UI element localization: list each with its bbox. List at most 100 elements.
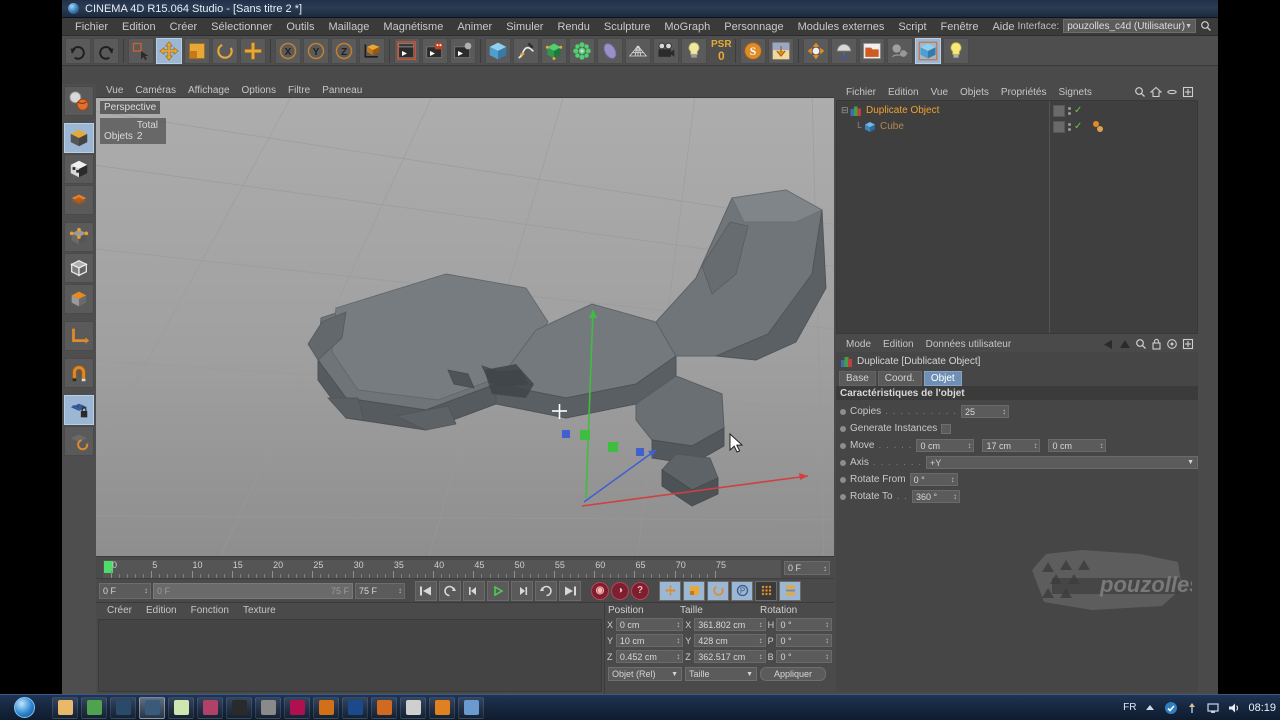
maximize-icon[interactable] bbox=[1182, 86, 1194, 98]
apply-button[interactable]: Appliquer bbox=[760, 667, 826, 681]
physics-tool[interactable] bbox=[886, 37, 913, 64]
object-row-cube[interactable]: └ Cube ✓ bbox=[837, 119, 1197, 134]
step-forward-button[interactable] bbox=[511, 580, 533, 601]
taskbar-illustrator-icon[interactable] bbox=[313, 696, 339, 719]
add-spline[interactable] bbox=[513, 37, 539, 64]
taskbar-onenote-icon[interactable] bbox=[197, 696, 223, 719]
pla-toggle-button[interactable] bbox=[755, 580, 777, 601]
menu-item-mograph[interactable]: MoGraph bbox=[657, 20, 717, 34]
monitor-icon[interactable] bbox=[1206, 701, 1220, 715]
position-toggle-button[interactable] bbox=[659, 580, 681, 601]
menu-item-modules-externes[interactable]: Modules externes bbox=[791, 20, 892, 34]
menu-item-maillage[interactable]: Maillage bbox=[321, 20, 376, 34]
cube-active[interactable] bbox=[914, 37, 941, 64]
attr-field-move-y[interactable]: 17 cm bbox=[982, 439, 1041, 452]
taskbar-indesign-icon[interactable] bbox=[284, 696, 310, 719]
search-icon[interactable] bbox=[1134, 86, 1146, 98]
attr-field-move-x[interactable]: 0 cm bbox=[916, 439, 975, 452]
viewport-menu-options[interactable]: Options bbox=[236, 85, 282, 96]
objmgr-menu-propri-t-s[interactable]: Propriétés bbox=[995, 87, 1053, 98]
scale-tool[interactable] bbox=[184, 37, 210, 64]
attr-tab-coord[interactable]: Coord. bbox=[877, 370, 922, 386]
rotate-tool[interactable] bbox=[212, 37, 238, 64]
menu-item-outils[interactable]: Outils bbox=[279, 20, 321, 34]
light-tool[interactable] bbox=[942, 37, 969, 64]
tree-expand-icon[interactable]: ⊟ bbox=[841, 105, 850, 116]
go-to-end-button[interactable] bbox=[559, 580, 581, 601]
menu-item-personnage[interactable]: Personnage bbox=[717, 20, 790, 34]
viewport-3d[interactable]: Perspective Total Objets 2 bbox=[96, 98, 834, 556]
material-menu-edition[interactable]: Edition bbox=[139, 605, 184, 616]
taskbar-c4d-icon[interactable] bbox=[226, 696, 252, 719]
size-z-field[interactable]: 362.517 cm bbox=[694, 650, 766, 663]
material-tag-icon[interactable] bbox=[1093, 120, 1105, 133]
taskbar-opera-icon[interactable] bbox=[400, 696, 426, 719]
lock-icon[interactable] bbox=[1151, 338, 1162, 350]
param-bullet-icon[interactable] bbox=[840, 442, 846, 449]
step-back-button[interactable] bbox=[463, 580, 485, 601]
dot-column-icon[interactable] bbox=[1068, 106, 1071, 115]
objmgr-menu-edition[interactable]: Edition bbox=[882, 87, 925, 98]
go-to-start-button[interactable] bbox=[415, 580, 437, 601]
dot-column-icon[interactable] bbox=[1068, 122, 1071, 131]
polygons-mode[interactable] bbox=[64, 284, 94, 314]
menu-item-cr-er[interactable]: Créer bbox=[163, 20, 205, 34]
objmgr-menu-vue[interactable]: Vue bbox=[925, 87, 954, 98]
select-tool[interactable] bbox=[128, 37, 154, 64]
viewport-menu-filtre[interactable]: Filtre bbox=[282, 85, 316, 96]
lock-z-axis[interactable]: Z bbox=[331, 37, 357, 64]
sky-tool[interactable] bbox=[830, 37, 857, 64]
target-icon[interactable] bbox=[1166, 338, 1178, 350]
menu-item-animer[interactable]: Animer bbox=[450, 20, 499, 34]
autokey-button[interactable] bbox=[779, 580, 801, 601]
menu-item-aide[interactable]: Aide bbox=[985, 20, 1021, 34]
taskbar-firefox2-icon[interactable] bbox=[139, 696, 165, 719]
attr-checkbox-generate-instances[interactable] bbox=[941, 423, 952, 434]
add-environment[interactable] bbox=[597, 37, 623, 64]
attr-tab-base[interactable]: Base bbox=[839, 370, 876, 386]
param-toggle-button[interactable]: P bbox=[731, 580, 753, 601]
attrmgr-menu-edition[interactable]: Edition bbox=[877, 339, 920, 350]
lock-y-axis[interactable]: Y bbox=[303, 37, 329, 64]
objmgr-menu-signets[interactable]: Signets bbox=[1053, 87, 1098, 98]
taskbar-clock[interactable]: 08:19 bbox=[1248, 702, 1276, 714]
viewport-menu-panneau[interactable]: Panneau bbox=[316, 85, 368, 96]
attr-tab-objet[interactable]: Objet bbox=[923, 370, 962, 386]
up-arrow-icon[interactable] bbox=[1119, 339, 1131, 350]
workplane-rotate[interactable] bbox=[64, 426, 94, 456]
attr-field-rotate-to[interactable]: 360 ° bbox=[911, 490, 960, 503]
lock-workplane[interactable] bbox=[64, 395, 94, 425]
maximize-icon[interactable] bbox=[1182, 338, 1194, 350]
attrmgr-menu-mode[interactable]: Mode bbox=[840, 339, 877, 350]
rotation-p-field[interactable]: 0 ° bbox=[776, 634, 832, 647]
record-keyframe-button[interactable]: ◑ bbox=[611, 581, 629, 600]
content-browser[interactable]: S bbox=[739, 37, 766, 64]
rotation-b-field[interactable]: 0 ° bbox=[776, 650, 832, 663]
menu-item-s-lectionner[interactable]: Sélectionner bbox=[204, 20, 279, 34]
material-menu-cr-er[interactable]: Créer bbox=[100, 605, 139, 616]
record-question-button[interactable]: ? bbox=[631, 581, 649, 600]
attrmgr-menu-donn-es-utilisateur[interactable]: Données utilisateur bbox=[920, 339, 1018, 350]
menu-item-simuler[interactable]: Simuler bbox=[499, 20, 550, 34]
taskbar-audition-icon[interactable] bbox=[371, 696, 397, 719]
redo-button[interactable] bbox=[93, 37, 119, 64]
coord-mode-dropdown[interactable]: Objet (Rel) ▼ bbox=[608, 667, 682, 681]
visibility-tag-icon[interactable] bbox=[1053, 120, 1065, 133]
search-icon[interactable] bbox=[1200, 20, 1212, 32]
scale-toggle-button[interactable] bbox=[683, 580, 705, 601]
taskbar-notepad-icon[interactable] bbox=[168, 696, 194, 719]
home-icon[interactable] bbox=[1150, 86, 1162, 98]
points-mode[interactable] bbox=[64, 222, 94, 252]
mograph-tool[interactable] bbox=[802, 37, 829, 64]
object-tree[interactable]: ⊟ Duplicate Object ✓ └ Cube ✓ bbox=[836, 100, 1198, 334]
taskbar-media-icon[interactable] bbox=[255, 696, 281, 719]
add-camera[interactable] bbox=[653, 37, 679, 64]
volume-icon[interactable] bbox=[1227, 701, 1241, 715]
attr-field-rotate-from[interactable]: 0 ° bbox=[909, 473, 958, 486]
attr-field-move-z[interactable]: 0 cm bbox=[1048, 439, 1107, 452]
material-manager-body[interactable] bbox=[98, 619, 602, 692]
texture-mode[interactable] bbox=[64, 154, 94, 184]
record-position-button[interactable]: ◉ bbox=[591, 581, 609, 600]
tree-expand-icon[interactable]: └ bbox=[855, 122, 864, 132]
taskbar-chrome-icon[interactable] bbox=[81, 696, 107, 719]
